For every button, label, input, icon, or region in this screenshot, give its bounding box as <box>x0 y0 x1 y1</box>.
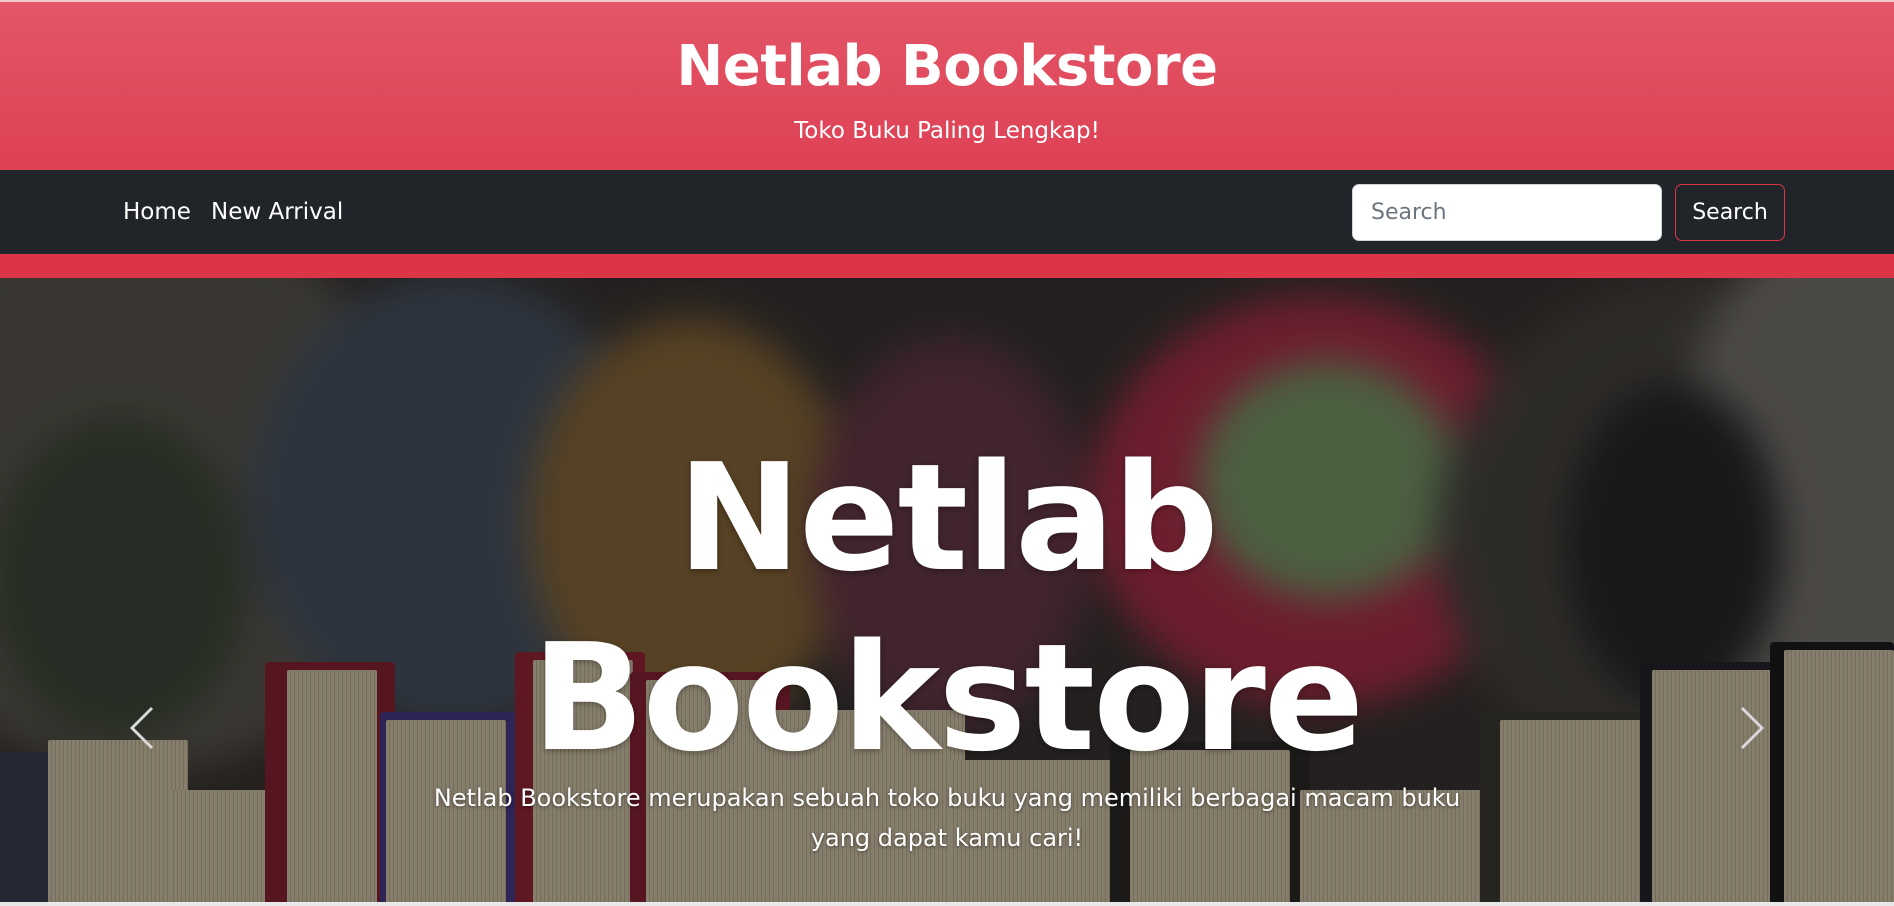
navbar: Home New Arrival Search <box>0 170 1894 254</box>
nav-link-home[interactable]: Home <box>123 170 191 254</box>
chevron-right-icon <box>1740 706 1765 750</box>
page-bottom-edge <box>0 902 1894 906</box>
search-input[interactable] <box>1352 184 1662 241</box>
hero-title-line-1: Netlab <box>677 432 1219 604</box>
site-title: Netlab Bookstore <box>676 34 1218 99</box>
hero-description-line-1: Netlab Bookstore merupakan sebuah toko b… <box>433 784 1461 812</box>
hero-title: Netlab Bookstore <box>0 428 1894 788</box>
search-button[interactable]: Search <box>1675 184 1785 241</box>
carousel-next-button[interactable] <box>1712 688 1792 768</box>
hero-description-line-2: yang dapat kamu cari! <box>810 824 1084 852</box>
hero-description: Netlab Bookstore merupakan sebuah toko b… <box>422 778 1472 858</box>
accent-strip <box>0 254 1894 278</box>
chevron-left-icon <box>129 706 154 750</box>
page: Netlab Bookstore Toko Buku Paling Lengka… <box>0 0 1894 906</box>
nav-link-new-arrival[interactable]: New Arrival <box>211 170 343 254</box>
site-header: Netlab Bookstore Toko Buku Paling Lengka… <box>0 0 1894 170</box>
hero-carousel: Netlab Bookstore Netlab Bookstore merupa… <box>0 278 1894 902</box>
site-tagline: Toko Buku Paling Lengkap! <box>794 118 1100 144</box>
carousel-prev-button[interactable] <box>102 688 182 768</box>
hero-title-line-2: Bookstore <box>531 612 1364 784</box>
